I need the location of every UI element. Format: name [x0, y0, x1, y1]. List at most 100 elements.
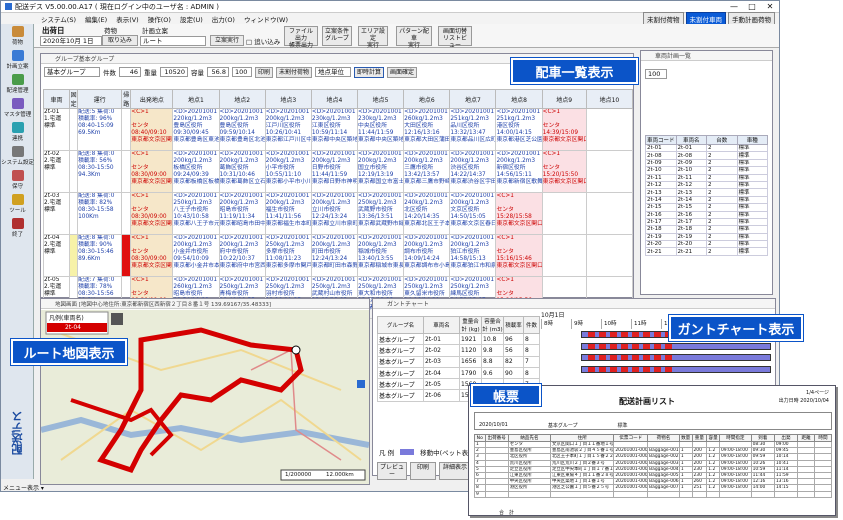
- screen-confirm-button[interactable]: 画面確定: [387, 66, 418, 78]
- gantt-bar[interactable]: [581, 354, 771, 362]
- table-row[interactable]: 2t-01 1.宅運 標準 配送:5 集荷:0 積載率: 96% 08:40-15…: [42, 108, 634, 151]
- plan-select[interactable]: ルート: [140, 36, 206, 46]
- stop-cell[interactable]: <D>20201001 230kg/1.2m3 中央区役所 11:44/11:5…: [357, 108, 405, 151]
- file-output-button[interactable]: ファイル出力 帳票出力: [284, 26, 318, 49]
- depot-marker[interactable]: [291, 345, 301, 355]
- sidebar-item-exit[interactable]: 終了: [1, 216, 34, 240]
- stop-cell[interactable]: <D>20201001 200kg/1.2m3 江戸川区役所 10:26/10:…: [264, 108, 312, 151]
- stop-cell[interactable]: <D>20201001 200kg/1.2m3 日野市役所 11:44/11:5…: [310, 150, 359, 193]
- stop-cell[interactable]: <D>20201001 200kg/1.2m3 稲城市役所 13:40/13:5…: [357, 234, 405, 277]
- stop-cell[interactable]: <D>20201001 200kg/1.2m3 立川市役所 12:24/13:2…: [310, 192, 359, 235]
- menu-system[interactable]: システム(S): [41, 14, 76, 24]
- table-row[interactable]: 基本グループ 2t-02 1120 9.8 56 8: [377, 344, 540, 357]
- stop-cell[interactable]: <D>20201001 200kg/1.2m3 豊島区役所 09:59/10:1…: [218, 108, 266, 151]
- stop-cell[interactable]: <D>20201001 200kg/1.2m3 葛飾区役所 10:31/10:4…: [218, 150, 266, 193]
- menu-view[interactable]: 表示(V): [116, 14, 139, 24]
- gantt-bar[interactable]: [581, 342, 771, 350]
- menu-output[interactable]: 出力(O): [212, 14, 235, 24]
- table-row[interactable]: 2t-01 2t-01 2 標準: [645, 143, 768, 153]
- stop-cell[interactable]: <D>20201001 200kg/1.2m3 文京区役所 14:50/15:0…: [449, 192, 497, 235]
- gantt-bar[interactable]: [581, 365, 771, 373]
- stop-cell[interactable]: <D>20201001 200kg/1.2m3 渋谷区役所 14:22/14:3…: [449, 150, 497, 193]
- stop-cell[interactable]: [585, 108, 634, 151]
- start-point-cell[interactable]: <C>1 センタ 08:30/09:00 東京都文京区関口: [130, 150, 174, 193]
- close-button[interactable]: ✕: [761, 2, 779, 11]
- table-row[interactable]: 基本グループ 2t-01 1921 10.8 96 8: [377, 332, 540, 346]
- table-row[interactable]: 2t-03 2.宅運 標準 配送:8 集荷:0 積載率: 82% 08:30-15…: [42, 192, 634, 235]
- stop-cell[interactable]: <D>20201001 200kg/1.2m3 三鷹市役所 13:42/13:5…: [403, 150, 451, 193]
- table-row[interactable]: 2t-09 2t-09 2 標準: [645, 158, 768, 168]
- preview-button[interactable]: プレビュー: [377, 462, 407, 480]
- stop-cell[interactable]: <D>20201001 230kg/1.2m3 江東区役所 10:59/11:1…: [310, 108, 359, 151]
- stop-cell[interactable]: <D>20201001 200kg/1.2m3 福生市役所 11:41/11:5…: [264, 192, 312, 235]
- minimize-button[interactable]: —: [725, 2, 743, 11]
- sidebar-item-tool[interactable]: ツール: [1, 192, 34, 216]
- table-row[interactable]: 2t-17 2t-17 2 標準: [645, 217, 768, 227]
- realtime-calc-button[interactable]: 即時計算: [354, 66, 385, 78]
- table-row[interactable]: 2t-04 2.宅運 標準 配送:8 集荷:0 積載率: 90% 08:30-15…: [42, 234, 634, 277]
- table-row[interactable]: 2t-11 2t-11 2 標準: [645, 173, 768, 182]
- start-point-cell[interactable]: <C>1 センタ 08:40/09:10 東京都文京区関口: [130, 108, 174, 151]
- retake-checkbox[interactable]: □ 追い込み: [246, 36, 280, 46]
- group-select[interactable]: 基本グループ: [44, 67, 100, 77]
- stop-cell[interactable]: <D>20201001 200kg/1.2m3 狛江市役所 14:58/15:1…: [449, 234, 497, 277]
- stop-cell[interactable]: <D>20201001 250kg/1.2m3 多摩市役所 11:08/11:2…: [264, 234, 312, 277]
- table-row[interactable]: 基本グループ 2t-04 1790 9.6 90 8: [377, 366, 540, 380]
- table-row[interactable]: 2t-02 2.宅運 標準 配送:8 集荷:0 積載率: 56% 08:30-15…: [42, 150, 634, 193]
- sidebar-item-link[interactable]: 連携: [1, 120, 34, 144]
- pattern-dispatch-button[interactable]: パターン配車 実行: [396, 26, 432, 49]
- plan-condition-button[interactable]: 立案条件 グループ: [322, 26, 352, 46]
- stop-cell[interactable]: [585, 150, 634, 193]
- table-row[interactable]: 2t-14 2t-14 2 標準: [645, 195, 768, 205]
- vehicle-cell[interactable]: 2t-04 2.宅運 標準: [42, 234, 71, 277]
- table-row[interactable]: 2t-21 2t-21 2 標準: [645, 247, 768, 256]
- plan-exec-button[interactable]: 立案実行: [210, 35, 244, 46]
- unassigned-cargo-list-button[interactable]: 未割付荷物: [276, 66, 313, 78]
- route-summary-cell[interactable]: 配送:8 集荷:0 積載率: 90% 08:30-15:46 89.6Km: [77, 234, 123, 277]
- stop-cell[interactable]: <D>20201001 200kg/1.2m3 府中市役所 10:22/10:3…: [218, 234, 266, 277]
- route-summary-cell[interactable]: 配送:8 集荷:0 積載率: 56% 08:30-15:50 94.3Km: [77, 150, 123, 193]
- table-row[interactable]: 2t-15 2t-15 2 標準: [645, 203, 768, 212]
- sidebar-item-master[interactable]: マスタ管理: [1, 96, 34, 120]
- cargo-import-button[interactable]: 取り込み: [102, 35, 138, 46]
- stop-cell[interactable]: <D>20201001 251kg/1.2m3 港区役所 14:00/14:15…: [495, 108, 543, 151]
- vehicle-cell[interactable]: 2t-03 2.宅運 標準: [42, 192, 71, 235]
- stop-cell[interactable]: <D>20201001 200kg/1.2m3 板橋区役所 09:24/09:3…: [172, 150, 220, 193]
- stop-cell[interactable]: <D>20201001 250kg/1.2m3 武蔵野市役所 13:36/13:…: [357, 192, 405, 235]
- vehicle-cell[interactable]: 2t-02 2.宅運 標準: [42, 150, 71, 193]
- stop-cell[interactable]: [541, 192, 587, 235]
- route-summary-cell[interactable]: 配送:5 集荷:0 積載率: 96% 08:40-15:09 69.5Km: [77, 108, 123, 151]
- ship-date-field[interactable]: 2020年10月 1日: [40, 36, 102, 46]
- sidebar-item-system[interactable]: システム設定: [1, 144, 34, 168]
- stop-cell[interactable]: <D>20201001 200kg/1.2m3 小平市役所 10:55/11:1…: [264, 150, 312, 193]
- stop-cell[interactable]: <D>20201001 200kg/1.2m3 小金井市役所 09:54/10:…: [172, 234, 220, 277]
- stop-cell[interactable]: <D>20201001 250kg/1.2m3 八王子市役所 10:43/10:…: [172, 192, 220, 235]
- area-setting-button[interactable]: エリア設定 実行: [358, 26, 388, 49]
- sidebar-item-maintenance[interactable]: 保守: [1, 168, 34, 192]
- gantt-print-button[interactable]: 印刷: [410, 462, 436, 480]
- fixed-cell[interactable]: [69, 192, 79, 235]
- menu-window[interactable]: ウィンドウ(W): [244, 14, 288, 24]
- stop-cell[interactable]: <D>20201001 200kg/1.2m3 町田市役所 12:24/13:2…: [310, 234, 359, 277]
- table-row[interactable]: 2t-20 2t-20 2 標準: [645, 240, 768, 249]
- fixed-cell[interactable]: [69, 150, 79, 193]
- vehicle-zoom-select[interactable]: 100: [645, 69, 667, 79]
- zoom-in-icon[interactable]: [111, 313, 123, 325]
- stop-cell[interactable]: <D>20201001 200kg/1.2m3 昭島市役所 11:19/11:3…: [218, 192, 266, 235]
- maximize-button[interactable]: □: [743, 2, 761, 11]
- fixed-cell[interactable]: [69, 234, 79, 277]
- stop-cell[interactable]: <D>20201001 200kg/1.2m3 新宿区役所 14:56/15:1…: [495, 150, 543, 193]
- print-button[interactable]: 印刷: [255, 66, 274, 78]
- menu-edit[interactable]: 編集(E): [85, 14, 107, 24]
- stop-cell[interactable]: <D>20201001 200kg/1.2m3 国立市役所 12:19/13:1…: [357, 150, 405, 193]
- table-row[interactable]: 基本グループ 2t-03 1656 8.8 82 7: [377, 355, 540, 368]
- menu-settings[interactable]: 設定(U): [180, 14, 203, 24]
- route-summary-cell[interactable]: 配送:8 集荷:0 積載率: 82% 08:30-15:58 100Km: [77, 192, 123, 235]
- stop-cell[interactable]: <D>20201001 220kg/1.2m3 豊島区役所 09:30/09:4…: [172, 108, 220, 151]
- stop-cell[interactable]: [585, 234, 634, 277]
- zoom-select[interactable]: 100: [232, 67, 252, 77]
- fixed-cell[interactable]: [69, 108, 79, 151]
- sidebar-item-plan[interactable]: 計画立案: [1, 48, 34, 72]
- sidebar-item-cargo[interactable]: 荷物: [1, 24, 34, 48]
- detail-button[interactable]: 詳細表示: [439, 462, 471, 480]
